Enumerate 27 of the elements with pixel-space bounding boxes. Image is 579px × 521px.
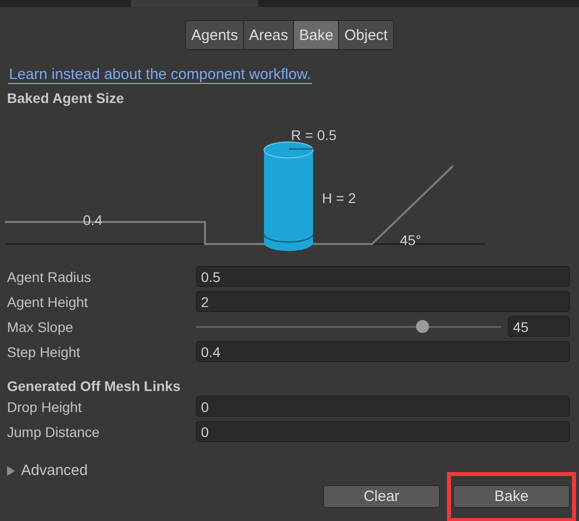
slider-thumb[interactable] [416,320,429,333]
field-label: Agent Height [7,294,89,310]
field-label: Jump Distance [7,424,101,440]
field-label: Step Height [7,344,82,360]
advanced-foldout[interactable]: Advanced [7,462,88,479]
slope-label: 45° [400,232,422,248]
step-label: 0.4 [83,212,102,228]
field-label: Max Slope [7,318,74,334]
tab[interactable]: Agents [186,21,243,49]
clear-button[interactable]: Clear [323,485,440,508]
input-field[interactable]: 0 [196,396,570,417]
tab[interactable]: Bake [293,21,338,49]
input-field[interactable]: 0.5 [196,266,570,287]
workflow-link[interactable]: Learn instead about the component workflow. [8,66,312,84]
tab[interactable]: Areas [242,21,294,49]
height-label: H = 2 [322,190,356,206]
radius-label: R = 0.5 [291,127,337,143]
field-label: Agent Radius [7,268,92,284]
input-field[interactable]: 45 [508,316,570,337]
tab[interactable]: Object [338,21,393,49]
section-title: Baked Agent Size [7,90,125,106]
input-field[interactable]: 0.4 [196,341,570,362]
section-title: Generated Off Mesh Links [7,378,182,394]
field-label: Drop Height [7,398,83,414]
bake-button[interactable]: Bake [453,485,570,508]
input-field[interactable]: 2 [196,291,570,312]
input-field[interactable]: 0 [196,421,570,442]
